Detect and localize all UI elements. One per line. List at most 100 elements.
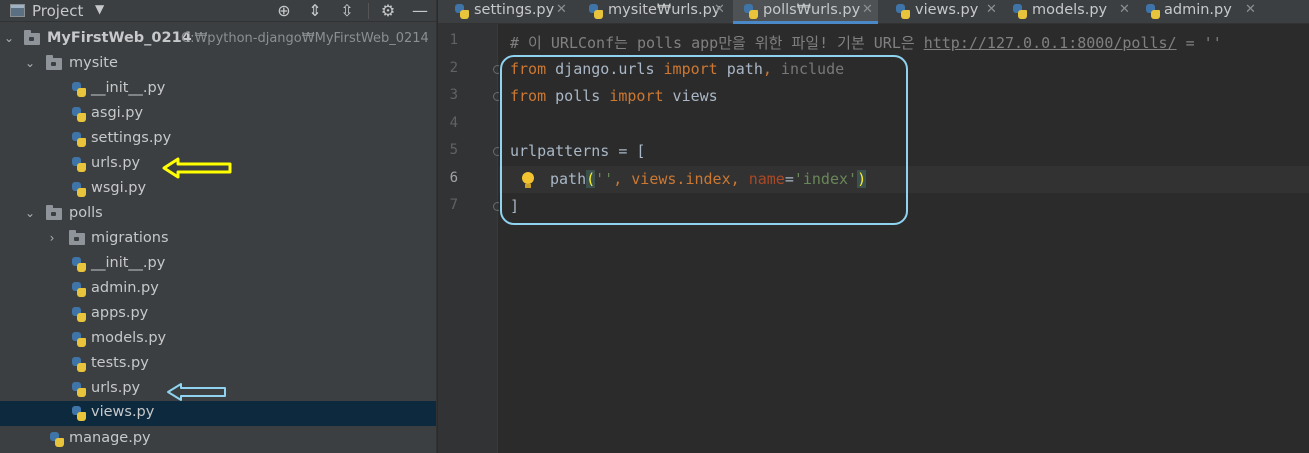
tab-label: views.py [915, 2, 979, 18]
python-file-icon [71, 331, 87, 348]
line-number: 4 [449, 115, 458, 131]
folder-icon [46, 55, 62, 70]
tree-item-file[interactable]: apps.py [0, 302, 436, 327]
tree-item-file[interactable]: wsgi.py [0, 177, 436, 202]
project-panel: Project ▼ ⊕ ⇕ ⇳ ⚙ — ⌄ MyFirstWeb_0214 C:… [0, 0, 437, 453]
line-number-gutter: 1 2 3 4 5 6 7 [438, 24, 502, 453]
tab-settings[interactable]: settings.py ✕ [444, 0, 572, 24]
tree-item-label: models.py [91, 330, 167, 346]
tab-polls-urls[interactable]: polls₩urls.py ✕ [733, 0, 878, 24]
tab-label: mysite₩urls.py [608, 2, 721, 18]
python-file-icon [1145, 3, 1161, 20]
chevron-right-icon[interactable]: › [46, 231, 58, 245]
tab-label: models.py [1032, 2, 1108, 18]
python-file-icon [49, 431, 65, 448]
tree-item-file[interactable]: settings.py [0, 127, 436, 152]
project-view-icon[interactable] [10, 4, 25, 17]
tree-item-label: __init__.py [91, 80, 166, 96]
hide-panel-icon[interactable]: — [410, 1, 430, 21]
python-file-icon [71, 131, 87, 148]
tree-item-file[interactable]: models.py [0, 327, 436, 352]
line-number: 2 [449, 60, 458, 76]
tree-item-label: manage.py [69, 430, 151, 446]
comment-text: # 이 URLConf는 polls app만을 위한 파일! 기본 URL은 [510, 34, 924, 52]
close-icon[interactable]: ✕ [556, 2, 567, 17]
python-file-icon [71, 405, 87, 422]
tab-mysite-urls[interactable]: mysite₩urls.py ✕ [578, 0, 730, 24]
tree-item-label: tests.py [91, 355, 149, 371]
close-icon[interactable]: ✕ [986, 2, 997, 17]
comment-tail: = '' [1176, 34, 1222, 52]
tab-label: polls₩urls.py [763, 2, 861, 18]
chevron-down-icon[interactable]: ⌄ [24, 206, 36, 220]
tree-item-root[interactable]: ⌄ MyFirstWeb_0214 C:₩python-django₩MyFir… [0, 27, 436, 52]
yellow-arrow-annotation [162, 157, 232, 179]
tree-item-file[interactable]: admin.py [0, 277, 436, 302]
python-file-icon [71, 356, 87, 373]
tree-item-file[interactable]: __init__.py [0, 252, 436, 277]
expand-all-icon[interactable]: ⇕ [305, 1, 325, 21]
line-number: 5 [449, 142, 458, 158]
close-icon[interactable]: ✕ [1245, 2, 1256, 17]
collapse-all-icon[interactable]: ⇳ [337, 1, 357, 21]
tree-item-label: asgi.py [91, 105, 144, 121]
line-number: 6 [449, 170, 458, 186]
locate-file-icon[interactable]: ⊕ [274, 1, 294, 21]
chevron-down-icon[interactable]: ⌄ [3, 31, 15, 45]
python-file-icon [454, 3, 470, 20]
python-file-icon [1012, 3, 1028, 20]
tree-item-file[interactable]: asgi.py [0, 102, 436, 127]
tab-label: settings.py [474, 2, 555, 18]
tree-item-migrations[interactable]: › migrations [0, 227, 436, 252]
tab-models[interactable]: models.py ✕ [1006, 0, 1140, 24]
tree-item-label: apps.py [91, 305, 149, 321]
tree-item-label: __init__.py [91, 255, 166, 271]
close-icon[interactable]: ✕ [1119, 2, 1130, 17]
python-file-icon [71, 306, 87, 323]
tree-item-label: migrations [91, 230, 169, 246]
tab-views[interactable]: views.py ✕ [885, 0, 1003, 24]
python-file-icon [71, 256, 87, 273]
python-file-icon [71, 81, 87, 98]
folder-icon [46, 205, 62, 220]
line-number: 1 [449, 32, 458, 48]
tree-item-label: urls.py [91, 155, 141, 171]
python-file-icon [71, 106, 87, 123]
python-file-icon [71, 156, 87, 173]
folder-icon [24, 30, 40, 45]
line-number: 3 [449, 87, 458, 103]
chevron-down-icon[interactable]: ▼ [95, 2, 104, 16]
folder-icon [69, 230, 85, 245]
python-file-icon [895, 3, 911, 20]
tree-item-file[interactable]: tests.py [0, 352, 436, 377]
tree-item-mysite[interactable]: ⌄ mysite [0, 52, 436, 77]
tree-item-label: settings.py [91, 130, 172, 146]
python-file-icon [71, 281, 87, 298]
comment-url-link[interactable]: http://127.0.0.1:8000/polls/ [924, 34, 1177, 52]
tree-item-label: urls.py [91, 380, 141, 396]
close-icon[interactable]: ✕ [714, 2, 725, 17]
highlight-box-annotation [500, 55, 908, 225]
tab-label: admin.py [1164, 2, 1232, 18]
project-panel-title[interactable]: Project [32, 2, 83, 20]
tree-item-label: views.py [91, 404, 155, 420]
close-icon[interactable]: ✕ [862, 2, 873, 17]
tab-admin[interactable]: admin.py ✕ [1143, 0, 1263, 24]
tree-item-file[interactable]: manage.py [0, 427, 436, 452]
project-panel-header: Project ▼ ⊕ ⇕ ⇳ ⚙ — [0, 0, 436, 22]
tree-item-polls[interactable]: ⌄ polls [0, 202, 436, 227]
gear-icon[interactable]: ⚙ [378, 1, 398, 21]
tree-item-label: wsgi.py [91, 180, 147, 196]
code-line-1: # 이 URLConf는 polls app만을 위한 파일! 기본 URL은 … [510, 32, 1222, 53]
python-file-icon [588, 3, 604, 20]
tree-item-file-selected[interactable]: views.py [0, 401, 436, 426]
tree-item-label: admin.py [91, 280, 159, 296]
chevron-down-icon[interactable]: ⌄ [24, 56, 36, 70]
editor-tab-bar: settings.py ✕ mysite₩urls.py ✕ polls₩url… [438, 0, 1309, 24]
line-number: 7 [449, 197, 458, 213]
tree-item-file[interactable]: __init__.py [0, 77, 436, 102]
header-divider [368, 3, 369, 19]
tree-item-label: polls [69, 205, 103, 221]
project-path: C:₩python-django₩MyFirstWeb_0214 [181, 31, 429, 46]
python-file-icon [71, 181, 87, 198]
